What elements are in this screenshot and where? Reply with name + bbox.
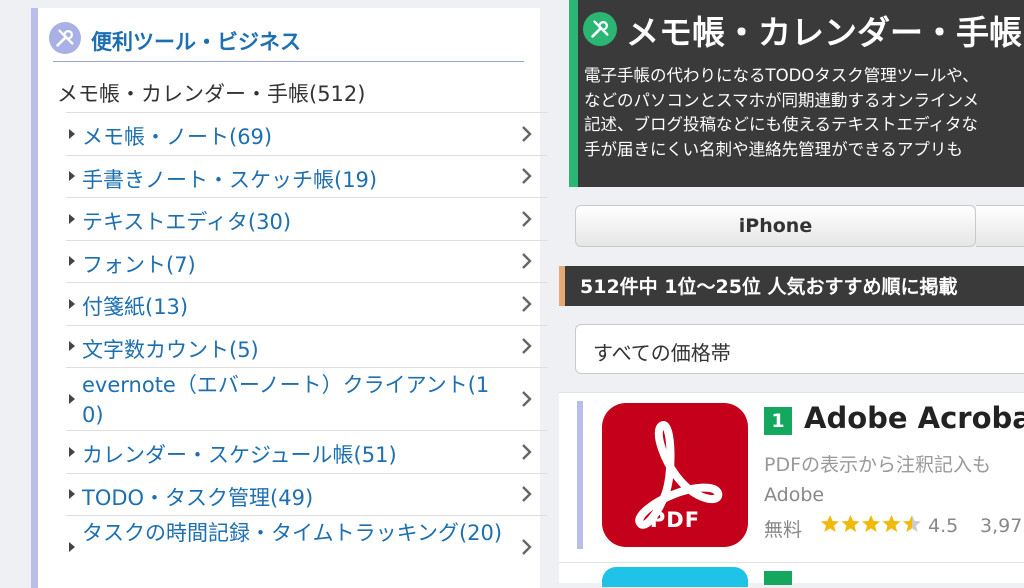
chevron-right-icon xyxy=(522,539,532,555)
app-icon-label: PDF xyxy=(649,508,701,532)
sidebar-item-label[interactable]: TODO・タスク管理(49) xyxy=(82,483,507,513)
triangle-right-icon xyxy=(69,542,75,552)
sidebar-item-text-editor[interactable]: テキストエディタ(30) xyxy=(66,197,547,240)
sidebar-item-char-count[interactable]: 文字数カウント(5) xyxy=(66,324,547,368)
triangle-right-icon xyxy=(69,446,75,457)
price-filter-value: すべての価格帯 xyxy=(593,341,731,365)
chevron-right-icon xyxy=(522,168,532,185)
sidebar-item-handwriting[interactable]: 手書きノート・スケッチ帳(19) xyxy=(66,154,547,198)
triangle-right-icon xyxy=(69,394,75,404)
app-card[interactable] xyxy=(559,562,1024,587)
rank-badge xyxy=(764,571,792,585)
chevron-right-icon xyxy=(522,391,532,407)
price-filter-select[interactable]: すべての価格帯 xyxy=(575,324,1024,374)
review-count: 3,97 xyxy=(980,515,1023,537)
app-card[interactable]: PDF 1 Adobe Acrobat PDFの表示から注釈記入も Adobe … xyxy=(559,392,1024,563)
adobe-acrobat-app-icon[interactable]: PDF xyxy=(602,403,748,547)
description-line: 電子手帳の代わりになるTODOタスク管理ツールや、 xyxy=(584,66,979,85)
star-icon xyxy=(862,515,880,532)
star-icon xyxy=(821,515,839,532)
app-icon[interactable] xyxy=(602,567,748,587)
sidebar-item-label[interactable]: フォント(7) xyxy=(82,250,507,280)
category-banner: メモ帳・カレンダー・手帳 電子手帳の代わりになるTODOタスク管理ツールや、 な… xyxy=(569,0,1024,187)
sidebar-item-calendar[interactable]: カレンダー・スケジュール帳(51) xyxy=(66,430,547,473)
sidebar-item-label[interactable]: 付箋紙(13) xyxy=(82,292,507,322)
category-sidebar: 便利ツール・ビジネス メモ帳・カレンダー・手帳(512) メモ帳・ノート(69)… xyxy=(31,8,547,588)
app-description: PDFの表示から注釈記入も xyxy=(764,454,992,476)
app-meta: 無料 4.5 3,97 xyxy=(764,515,1022,541)
sidebar-item-memo-note[interactable]: メモ帳・ノート(69) xyxy=(66,112,547,155)
triangle-right-icon xyxy=(69,489,75,500)
star-icon xyxy=(903,515,921,532)
divider xyxy=(53,61,524,62)
tab-iphone[interactable]: iPhone xyxy=(575,205,976,247)
chevron-right-icon xyxy=(522,338,532,355)
sidebar-item-sticky-notes[interactable]: 付箋紙(13) xyxy=(66,282,547,325)
sidebar-item-font[interactable]: フォント(7) xyxy=(66,239,547,283)
sidebar-item-label[interactable]: タスクの時間記録・タイムトラッキング(20) xyxy=(82,518,507,548)
tab-other[interactable] xyxy=(976,205,1024,247)
category-description: 電子手帳の代わりになるTODOタスク管理ツールや、 などのパソコンとスマホが同期… xyxy=(584,64,1024,162)
platform-tabs: iPhone xyxy=(575,205,1024,247)
sidebar-item-label[interactable]: 手書きノート・スケッチ帳(19) xyxy=(82,165,507,195)
sidebar-item-label[interactable]: メモ帳・ノート(69) xyxy=(82,122,507,152)
triangle-right-icon xyxy=(69,298,75,309)
rating-score: 4.5 xyxy=(928,515,959,537)
sidebar-item-label[interactable]: evernote（エバーノート）クライアント(10) xyxy=(82,370,507,430)
chevron-right-icon xyxy=(522,295,532,312)
ranking-header: 512件中 1位〜25位 人気おすすめ順に掲載 xyxy=(559,266,1024,306)
description-line: などのパソコンとスマホが同期連動するオンラインメ xyxy=(584,90,980,110)
star-icon xyxy=(841,515,860,532)
chevron-right-icon xyxy=(522,486,532,503)
app-name-link[interactable]: Adobe Acrobat xyxy=(804,401,1024,435)
triangle-right-icon xyxy=(69,213,75,224)
current-category: メモ帳・カレンダー・手帳(512) xyxy=(57,82,366,106)
triangle-right-icon xyxy=(69,128,75,139)
tools-icon xyxy=(583,12,617,46)
app-price: 無料 xyxy=(764,519,803,541)
sidebar-item-label[interactable]: カレンダー・スケジュール帳(51) xyxy=(82,440,507,470)
description-line: 手が届きにくい名刺や連絡先管理ができるアプリも xyxy=(584,139,963,159)
card-accent-bar xyxy=(577,401,583,549)
triangle-right-icon xyxy=(69,341,75,352)
subcategory-list: メモ帳・ノート(69) 手書きノート・スケッチ帳(19) テキストエディタ(30… xyxy=(66,112,547,578)
sidebar-item-label[interactable]: テキストエディタ(30) xyxy=(82,207,507,237)
star-icon xyxy=(882,515,901,532)
sidebar-item-evernote[interactable]: evernote（エバーノート）クライアント(10) xyxy=(66,367,547,430)
star-rating xyxy=(820,514,924,539)
triangle-right-icon xyxy=(69,256,75,267)
ranking-header-text: 512件中 1位〜25位 人気おすすめ順に掲載 xyxy=(580,276,958,298)
rank-badge: 1 xyxy=(764,407,792,435)
sidebar-header[interactable]: 便利ツール・ビジネス xyxy=(49,22,511,56)
page-title: メモ帳・カレンダー・手帳 xyxy=(626,13,1022,52)
chevron-right-icon xyxy=(522,210,532,227)
sidebar-item-time-tracking[interactable]: タスクの時間記録・タイムトラッキング(20) xyxy=(66,515,547,578)
triangle-right-icon xyxy=(69,171,75,182)
sidebar-item-todo[interactable]: TODO・タスク管理(49) xyxy=(66,472,547,516)
chevron-right-icon xyxy=(522,443,532,460)
chevron-right-icon xyxy=(522,253,532,270)
chevron-right-icon xyxy=(522,125,532,142)
sidebar-item-label[interactable]: 文字数カウント(5) xyxy=(82,335,507,365)
tools-icon xyxy=(49,22,81,54)
sidebar-title[interactable]: 便利ツール・ビジネス xyxy=(91,26,301,56)
description-line: 記述、ブログ投稿などにも使えるテキストエディタな xyxy=(584,115,978,134)
app-developer: Adobe xyxy=(764,484,825,506)
star-rating-icon xyxy=(821,515,921,532)
